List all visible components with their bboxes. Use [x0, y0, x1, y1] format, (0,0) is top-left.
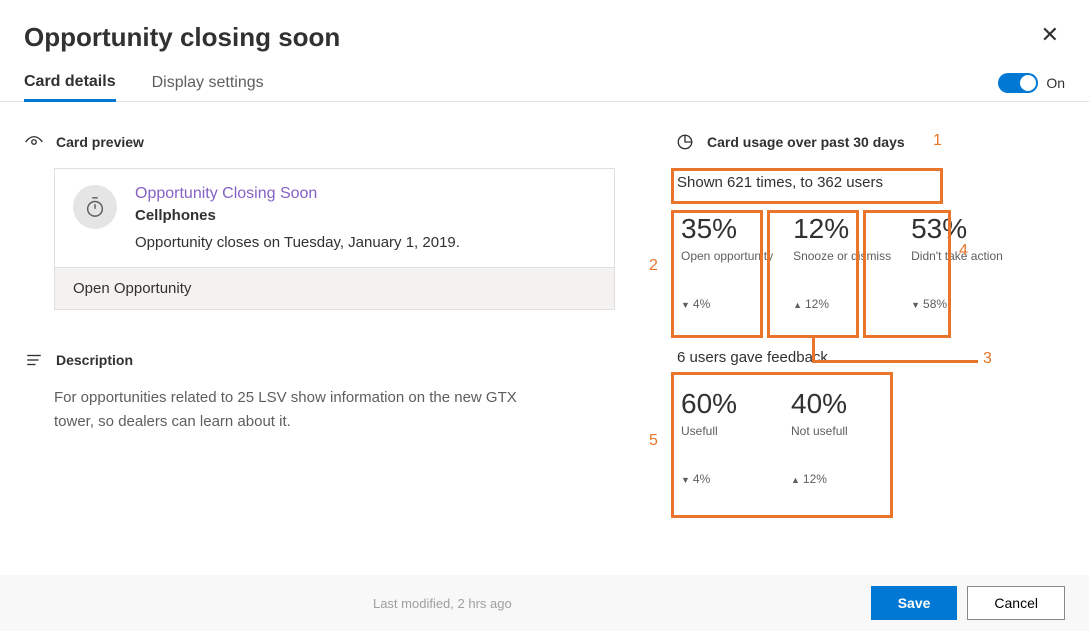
preview-card-subtitle: Cellphones [135, 207, 460, 224]
tab-display-settings[interactable]: Display settings [152, 66, 264, 100]
card-preview-header: Card preview [24, 132, 615, 152]
header: Opportunity closing soon ✕ [0, 0, 1089, 65]
tab-card-details[interactable]: Card details [24, 65, 116, 102]
stat-useful: 60% Usefull 4% [675, 384, 757, 496]
usage-stats-row: 35% Open opportunity 4% 12% Snooze or di… [675, 209, 1065, 321]
annotation-number-5: 5 [649, 432, 658, 450]
feedback-summary: 6 users gave feedback [675, 343, 1065, 372]
stat-delta: 12% [791, 472, 861, 486]
stat-label: Didn't take action [911, 249, 1003, 279]
description-section: Description For opportunities related to… [24, 350, 615, 434]
preview-card-action[interactable]: Open Opportunity [55, 267, 614, 309]
content: Card preview Opportunity Closing Soon Ce… [0, 102, 1089, 514]
preview-card: Opportunity Closing Soon Cellphones Oppo… [54, 168, 615, 310]
enabled-toggle-wrap: On [998, 73, 1065, 93]
description-icon [24, 350, 44, 370]
annotation-number-4: 4 [959, 242, 968, 260]
close-button[interactable]: ✕ [1035, 22, 1065, 48]
stat-pct: 12% [793, 213, 891, 245]
stat-label: Usefull [681, 424, 751, 454]
stopwatch-icon [73, 185, 117, 229]
pie-chart-icon [675, 132, 695, 152]
stat-no-action: 53% Didn't take action 58% [905, 209, 1009, 321]
stat-delta: 4% [681, 297, 773, 311]
feedback-stats-row: 60% Usefull 4% 40% Not usefull 12% [675, 384, 1065, 496]
annotation-number-2: 2 [649, 257, 658, 275]
stat-not-useful: 40% Not usefull 12% [785, 384, 867, 496]
save-button[interactable]: Save [871, 586, 958, 620]
description-header: Description [24, 350, 615, 370]
annotation-number-3: 3 [983, 350, 992, 368]
left-column: Card preview Opportunity Closing Soon Ce… [24, 132, 615, 514]
toggle-label: On [1046, 75, 1065, 91]
usage-header: Card usage over past 30 days [675, 132, 1065, 152]
usage-label: Card usage over past 30 days [707, 134, 905, 150]
description-label: Description [56, 352, 133, 368]
stat-label: Not usefull [791, 424, 861, 454]
preview-card-title: Opportunity Closing Soon [135, 185, 460, 203]
stat-pct: 60% [681, 388, 751, 420]
usage-summary: Shown 621 times, to 362 users [675, 168, 1065, 197]
stat-delta: 4% [681, 472, 751, 486]
stat-pct: 35% [681, 213, 773, 245]
enabled-toggle[interactable] [998, 73, 1038, 93]
footer-meta: Last modified, 2 hrs ago [24, 596, 861, 611]
preview-icon [24, 132, 44, 152]
stat-snooze-dismiss: 12% Snooze or dismiss 12% [787, 209, 897, 321]
right-column: Card usage over past 30 days Shown 621 t… [675, 132, 1065, 514]
stat-label: Snooze or dismiss [793, 249, 891, 279]
stat-delta: 58% [911, 297, 1003, 311]
tab-bar: Card details Display settings On [0, 65, 1089, 102]
preview-card-description: Opportunity closes on Tuesday, January 1… [135, 234, 460, 251]
card-preview-label: Card preview [56, 134, 144, 150]
page-title: Opportunity closing soon [24, 22, 340, 53]
stat-pct: 40% [791, 388, 861, 420]
cancel-button[interactable]: Cancel [967, 586, 1065, 620]
stat-open-opportunity: 35% Open opportunity 4% [675, 209, 779, 321]
annotation-number-1: 1 [933, 132, 942, 150]
stat-label: Open opportunity [681, 249, 773, 279]
stat-pct: 53% [911, 213, 1003, 245]
description-text: For opportunities related to 25 LSV show… [54, 386, 534, 434]
stat-delta: 12% [793, 297, 891, 311]
footer: Last modified, 2 hrs ago Save Cancel [0, 575, 1089, 631]
